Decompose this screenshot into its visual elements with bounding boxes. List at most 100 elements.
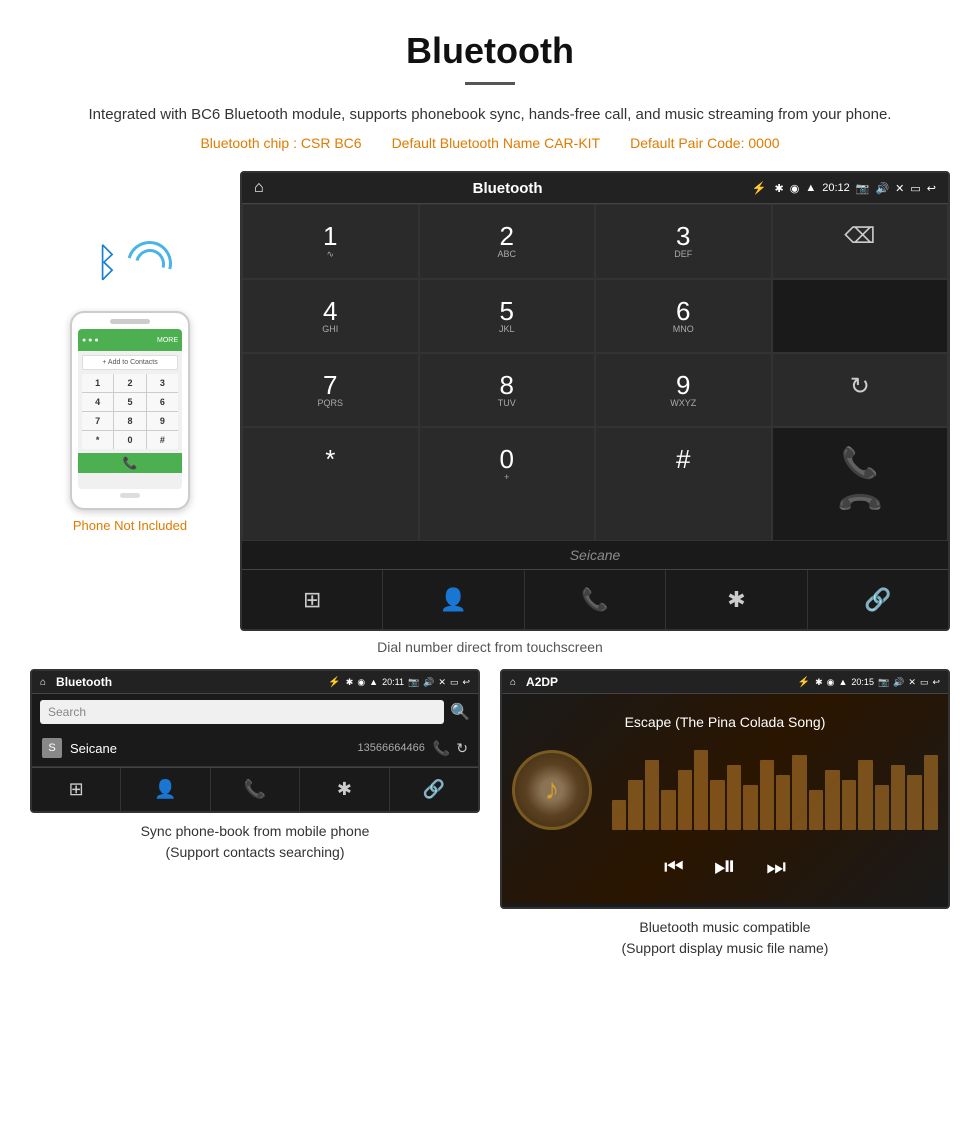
- pb-search-icon[interactable]: 🔍: [450, 702, 470, 722]
- dial-key-backspace[interactable]: ⌫: [772, 204, 949, 279]
- phone-key-5[interactable]: 5: [114, 393, 145, 411]
- bt-symbol-icon: ᛒ: [95, 241, 119, 286]
- music-album-art: ♪: [512, 750, 592, 830]
- dial-key-8[interactable]: 8 TUV: [419, 353, 596, 427]
- dial-key-3[interactable]: 3 DEF: [595, 204, 772, 279]
- music-usb-icon: ⚡: [798, 677, 810, 688]
- watermark-text: Seicane: [242, 541, 948, 569]
- pb-camera-icon: 📷: [408, 677, 419, 688]
- dial-num-9: 9: [604, 372, 763, 398]
- pb-close-icon[interactable]: ✕: [438, 677, 446, 688]
- music-home-icon[interactable]: ⌂: [510, 677, 516, 688]
- dial-key-1[interactable]: 1 ∿: [242, 204, 419, 279]
- phone-key-3[interactable]: 3: [147, 374, 178, 392]
- phone-key-7[interactable]: 7: [82, 412, 113, 430]
- car-status-icons: ✱ ◉ ▲ 20:12 📷 🔊 ✕ ▭ ↩: [775, 182, 937, 195]
- music-card: ⌂ A2DP ⚡ ✱ ◉ ▲ 20:15 📷 🔊 ✕ ▭ ↩ Escape (T…: [500, 669, 950, 959]
- dial-key-4[interactable]: 4 GHI: [242, 279, 419, 353]
- music-signal-icon: ▲: [839, 677, 848, 687]
- car-close-icon[interactable]: ✕: [895, 182, 904, 195]
- phone-key-star[interactable]: *: [82, 431, 113, 449]
- dial-key-9[interactable]: 9 WXYZ: [595, 353, 772, 427]
- dial-key-5[interactable]: 5 JKL: [419, 279, 596, 353]
- car-volume-icon: 🔊: [875, 182, 889, 195]
- dial-num-1: 1: [251, 223, 410, 249]
- car-bottom-nav: ⊞ 👤 📞 ✱ 🔗: [242, 569, 948, 629]
- pb-status-icons: ✱ ◉ ▲ 20:11 📷 🔊 ✕ ▭ ↩: [346, 677, 470, 688]
- pb-back-icon[interactable]: ↩: [462, 677, 470, 688]
- phone-status-icons: ● ● ●: [82, 337, 99, 344]
- pb-nav-bt[interactable]: ✱: [300, 768, 389, 811]
- pb-nav-link[interactable]: 🔗: [390, 768, 478, 811]
- music-caption-line1: Bluetooth music compatible: [639, 919, 810, 935]
- music-play-btn[interactable]: ⏯: [714, 850, 736, 883]
- car-nav-call[interactable]: 📞: [525, 570, 666, 629]
- backspace-icon: ⌫: [844, 223, 875, 248]
- pb-home-icon[interactable]: ⌂: [40, 677, 46, 688]
- phone-not-included-label: Phone Not Included: [73, 518, 187, 533]
- call-end-icon[interactable]: 📞: [834, 479, 885, 530]
- car-back-icon[interactable]: ↩: [927, 182, 936, 195]
- dial-num-5: 5: [428, 298, 587, 324]
- eq-bar: [760, 760, 774, 830]
- bottom-screenshots: ⌂ Bluetooth ⚡ ✱ ◉ ▲ 20:11 📷 🔊 ✕ ▭ ↩ Sear…: [0, 669, 980, 979]
- pb-nav-call[interactable]: 📞: [211, 768, 300, 811]
- car-status-bar: ⌂ Bluetooth ⚡ ✱ ◉ ▲ 20:12 📷 🔊 ✕ ▭ ↩: [242, 173, 948, 204]
- dial-key-hash[interactable]: #: [595, 427, 772, 541]
- phone-key-2[interactable]: 2: [114, 374, 145, 392]
- pb-contact-name[interactable]: Seicane: [70, 741, 358, 756]
- pb-vol-icon: 🔊: [423, 677, 434, 688]
- music-window-icon: ▭: [920, 677, 929, 688]
- bt-pair-label: Default Pair Code: 0000: [630, 135, 779, 151]
- dial-key-0[interactable]: 0 +: [419, 427, 596, 541]
- phone-key-8[interactable]: 8: [114, 412, 145, 430]
- phone-key-0[interactable]: 0: [114, 431, 145, 449]
- call-answer-icon[interactable]: 📞: [841, 446, 878, 481]
- pb-search-area: Search 🔍: [32, 694, 478, 730]
- phone-call-icon: 📞: [123, 456, 138, 470]
- music-location-icon: ◉: [827, 677, 835, 688]
- car-nav-contacts[interactable]: 👤: [383, 570, 524, 629]
- dial-key-star[interactable]: *: [242, 427, 419, 541]
- dial-key-6[interactable]: 6 MNO: [595, 279, 772, 353]
- music-next-btn[interactable]: ⏭: [766, 854, 786, 880]
- pb-nav-contacts[interactable]: 👤: [121, 768, 210, 811]
- car-window-icon: ▭: [910, 182, 920, 195]
- car-nav-link[interactable]: 🔗: [808, 570, 948, 629]
- phone-key-6[interactable]: 6: [147, 393, 178, 411]
- phone-key-4[interactable]: 4: [82, 393, 113, 411]
- eq-bar: [776, 775, 790, 830]
- eq-bar: [743, 785, 757, 830]
- main-section: ᛒ ● ● ● MORE + Add to Contacts 1 2 3 4 5: [0, 161, 980, 631]
- dial-key-2[interactable]: 2 ABC: [419, 204, 596, 279]
- dial-key-refresh[interactable]: ↻: [772, 353, 949, 427]
- dial-sub-5: JKL: [428, 324, 587, 334]
- car-nav-dialpad[interactable]: ⊞: [242, 570, 383, 629]
- pb-call-icon[interactable]: 📞: [433, 740, 450, 757]
- phone-key-hash[interactable]: #: [147, 431, 178, 449]
- pb-nav-dialpad[interactable]: ⊞: [32, 768, 121, 811]
- bt-name-label: Default Bluetooth Name CAR-KIT: [392, 135, 601, 151]
- pb-refresh-icon[interactable]: ↻: [456, 740, 468, 757]
- dial-num-7: 7: [251, 372, 410, 398]
- music-back-icon[interactable]: ↩: [932, 677, 940, 688]
- dial-key-7[interactable]: 7 PQRS: [242, 353, 419, 427]
- music-close-icon[interactable]: ✕: [908, 677, 916, 688]
- music-camera-icon: 📷: [878, 677, 889, 688]
- eq-bar: [858, 760, 872, 830]
- eq-bar: [694, 750, 708, 830]
- phone-key-1[interactable]: 1: [82, 374, 113, 392]
- dial-sub-3: DEF: [604, 249, 763, 259]
- pb-caption: Sync phone-book from mobile phone (Suppo…: [141, 821, 370, 863]
- phone-mockup: ● ● ● MORE + Add to Contacts 1 2 3 4 5 6…: [70, 311, 190, 510]
- eq-bar: [924, 755, 938, 830]
- eq-bar: [661, 790, 675, 830]
- car-nav-bt[interactable]: ✱: [666, 570, 807, 629]
- pb-contact-row: S Seicane 13566664466 📞 ↻: [32, 730, 478, 767]
- pb-search-input[interactable]: Search: [40, 700, 444, 724]
- music-album-area: ♪: [512, 750, 938, 830]
- car-home-icon[interactable]: ⌂: [254, 179, 264, 197]
- phone-key-9[interactable]: 9: [147, 412, 178, 430]
- header-divider: [465, 82, 515, 85]
- music-prev-btn[interactable]: ⏮: [664, 854, 684, 880]
